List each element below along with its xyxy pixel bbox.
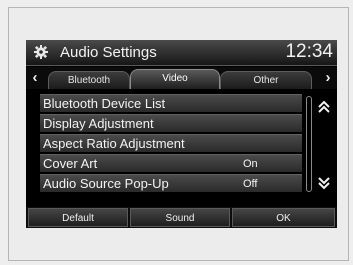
tab-video[interactable]: Video [130, 69, 220, 89]
gear-icon [34, 45, 48, 59]
list-item-value: On [243, 158, 258, 170]
settings-list: Bluetooth Device List Display Adjustment… [40, 94, 302, 194]
list-item-label: Display Adjustment [43, 116, 154, 131]
bottom-button-bar: Default Sound OK [26, 207, 337, 228]
sound-button[interactable]: Sound [130, 208, 230, 227]
next-tab-arrow-icon[interactable]: › [319, 67, 337, 89]
list-item-label: Bluetooth Device List [43, 96, 166, 111]
scrollbar[interactable] [306, 96, 312, 192]
down-chevron-icon[interactable] [317, 176, 331, 190]
tab-other[interactable]: Other [220, 71, 312, 89]
clock: 12:34 [285, 41, 333, 62]
list-item-label: Cover Art [43, 156, 98, 171]
tab-bar: ‹ Bluetooth Video Other › [26, 67, 337, 89]
default-button[interactable]: Default [28, 208, 128, 227]
list-item-audio-source-pop-up[interactable]: Audio Source Pop-Up Off [40, 174, 302, 192]
list-item-display-adjustment[interactable]: Display Adjustment [40, 114, 302, 132]
up-chevron-icon[interactable] [317, 100, 331, 114]
list-item-label: Audio Source Pop-Up [43, 176, 169, 191]
tab-bluetooth[interactable]: Bluetooth [48, 71, 130, 89]
list-item-value: Off [243, 178, 258, 190]
list-item-label: Aspect Ratio Adjustment [43, 136, 185, 151]
ok-button[interactable]: OK [232, 208, 335, 227]
prev-tab-arrow-icon[interactable]: ‹ [26, 67, 44, 89]
page-title: Audio Settings [60, 44, 157, 61]
title-bar: Audio Settings 12:34 [26, 40, 337, 66]
head-unit-screen: Audio Settings 12:34 ‹ Bluetooth Video O… [26, 40, 337, 228]
list-item-aspect-ratio-adjustment[interactable]: Aspect Ratio Adjustment [40, 134, 302, 152]
scroll-controls [306, 94, 334, 195]
list-item-cover-art[interactable]: Cover Art On [40, 154, 302, 172]
list-item-bluetooth-device-list[interactable]: Bluetooth Device List [40, 94, 302, 112]
